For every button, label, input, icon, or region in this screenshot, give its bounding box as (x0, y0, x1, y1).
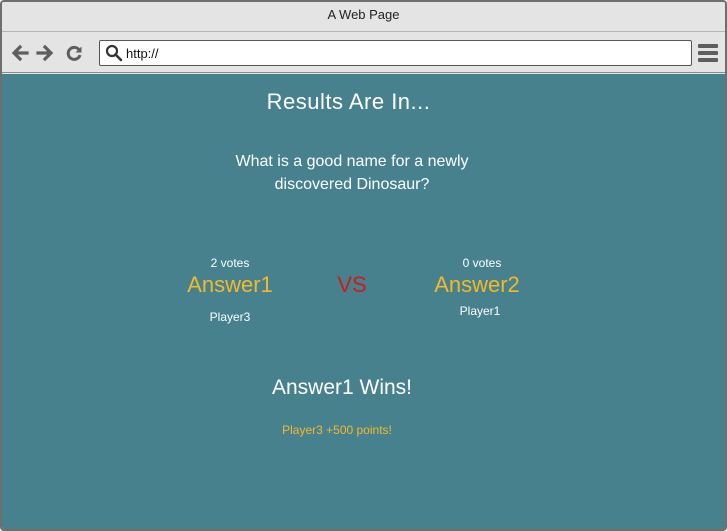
points-award: Player3 +500 points! (282, 423, 392, 437)
hamburger-menu-icon[interactable] (698, 44, 718, 62)
page-title: Results Are In... (266, 89, 431, 114)
browser-toolbar (2, 33, 725, 73)
right-vote-count: 0 votes (462, 256, 502, 270)
window-title: A Web Page (2, 2, 725, 32)
arrow-left-icon[interactable] (10, 43, 30, 63)
right-answer: Answer2 (434, 272, 520, 297)
left-vote-count: 2 votes (210, 256, 250, 270)
search-icon (105, 44, 123, 62)
versus-label: VS (337, 272, 367, 297)
winner-announcement: Answer1 Wins! (271, 376, 413, 399)
reload-icon[interactable] (64, 43, 84, 63)
page-content: Results Are In... What is a good name fo… (2, 74, 725, 529)
url-input[interactable] (126, 43, 686, 63)
left-answer: Answer1 (187, 272, 273, 297)
question-text: What is a good name for a newly discover… (235, 153, 469, 193)
right-player-name: Player1 (459, 304, 501, 318)
arrow-right-icon[interactable] (35, 43, 55, 63)
left-player-name: Player3 (209, 310, 251, 324)
address-bar[interactable] (99, 40, 692, 66)
browser-window: A Web Page Results Are In... What is a g… (0, 0, 727, 531)
